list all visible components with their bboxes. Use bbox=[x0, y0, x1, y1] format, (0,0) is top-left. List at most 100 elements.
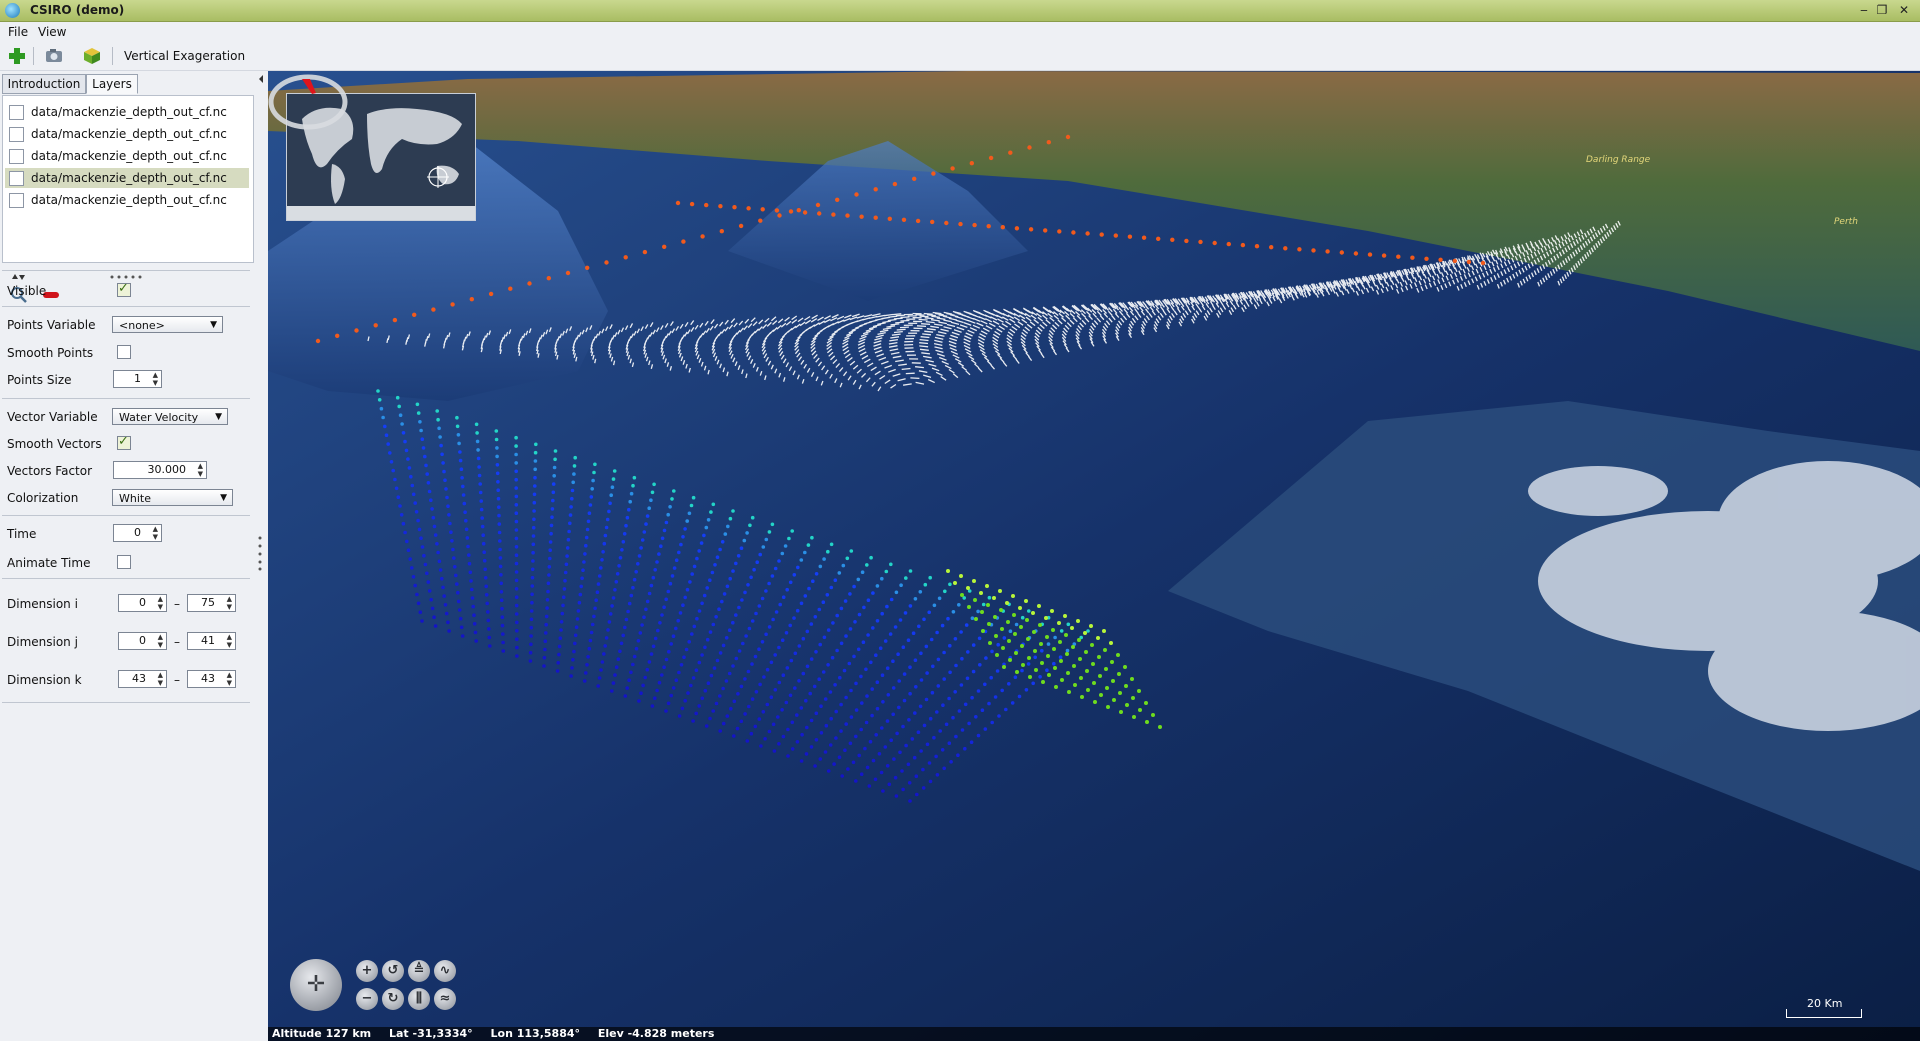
layer-item[interactable]: data/mackenzie_depth_out_cf.nc bbox=[5, 124, 249, 144]
spinner-arrows-icon[interactable]: ▲ ▼ bbox=[227, 633, 232, 649]
visible-checkbox[interactable] bbox=[117, 281, 131, 297]
data-point bbox=[629, 491, 634, 496]
compass-icon[interactable] bbox=[268, 71, 348, 133]
column-cap bbox=[986, 224, 991, 229]
spinner-arrows-icon[interactable]: ▲ ▼ bbox=[158, 633, 163, 649]
data-point bbox=[1045, 635, 1049, 639]
data-point bbox=[388, 451, 392, 455]
dimension-i-min-spinner[interactable]: 0 ▲ ▼ bbox=[118, 594, 167, 612]
layer-grid-icon[interactable] bbox=[9, 105, 24, 120]
spinner-arrows-icon[interactable]: ▲ ▼ bbox=[227, 671, 232, 687]
data-point bbox=[758, 682, 762, 687]
layer-grid-icon[interactable] bbox=[9, 149, 24, 164]
zoom-in-button[interactable]: + bbox=[356, 960, 378, 982]
data-point bbox=[532, 509, 536, 513]
time-spinner[interactable]: 0 ▲ ▼ bbox=[113, 524, 162, 542]
data-point bbox=[1034, 668, 1038, 672]
cube-icon[interactable] bbox=[82, 46, 102, 66]
data-point bbox=[550, 507, 555, 511]
data-point bbox=[668, 505, 672, 509]
rotate-right-button[interactable]: ↻ bbox=[382, 988, 404, 1010]
data-point bbox=[621, 633, 625, 638]
splitter-handle[interactable] bbox=[258, 535, 262, 571]
drag-handle-icon[interactable] bbox=[110, 275, 144, 279]
data-point bbox=[579, 584, 583, 589]
spinner-arrows-icon[interactable]: ▲ ▼ bbox=[158, 671, 163, 687]
data-point bbox=[1125, 703, 1129, 707]
data-point bbox=[440, 452, 444, 457]
data-point bbox=[898, 618, 903, 622]
points-variable-select[interactable]: <none> ▼ bbox=[112, 316, 223, 333]
data-point bbox=[632, 654, 637, 659]
layer-item[interactable]: data/mackenzie_depth_out_cf.nc bbox=[5, 102, 249, 122]
spinner-arrows-icon[interactable]: ▲ ▼ bbox=[153, 371, 158, 387]
screenshot-icon[interactable] bbox=[44, 46, 64, 66]
colorization-select[interactable]: White ▼ bbox=[112, 489, 233, 506]
restore-button[interactable]: ❐ bbox=[1874, 2, 1890, 18]
data-point bbox=[609, 493, 613, 498]
dimension-j-min-spinner[interactable]: 0 ▲ ▼ bbox=[118, 632, 167, 650]
data-point bbox=[395, 395, 400, 400]
data-point bbox=[458, 458, 463, 463]
data-point bbox=[871, 758, 876, 763]
pan-control[interactable]: ✛ bbox=[290, 959, 342, 1011]
data-point bbox=[846, 767, 850, 771]
layer-item[interactable]: data/mackenzie_depth_out_cf.nc bbox=[5, 146, 249, 166]
data-point bbox=[828, 690, 833, 694]
zoom-out-button[interactable]: − bbox=[356, 988, 378, 1010]
add-layer-icon[interactable] bbox=[7, 46, 27, 66]
layer-item[interactable]: data/mackenzie_depth_out_cf.nc bbox=[5, 190, 249, 210]
velocity-vector bbox=[918, 318, 928, 321]
dimension-k-min-spinner[interactable]: 43 ▲ ▼ bbox=[118, 670, 167, 688]
layer-grid-icon[interactable] bbox=[9, 127, 24, 142]
smooth-points-checkbox[interactable] bbox=[117, 345, 131, 359]
data-point bbox=[885, 764, 890, 768]
layer-grid-icon[interactable] bbox=[9, 171, 24, 186]
data-point bbox=[774, 610, 779, 614]
menu-view[interactable]: View bbox=[38, 25, 66, 39]
move-arrows-icon[interactable] bbox=[10, 273, 26, 281]
tab-layers[interactable]: Layers bbox=[86, 74, 138, 94]
globe-view[interactable]: Darling Range Perth ✛ + − ↺ ↻ ≜ ⫼ ∿ ≈ 20… bbox=[268, 71, 1920, 1041]
dimension-i-max-spinner[interactable]: 75 ▲ ▼ bbox=[187, 594, 236, 612]
points-size-spinner[interactable]: 1 ▲ ▼ bbox=[113, 370, 162, 388]
layer-item-selected[interactable]: data/mackenzie_depth_out_cf.nc bbox=[5, 168, 249, 188]
menu-file[interactable]: File bbox=[8, 25, 28, 39]
layer-grid-icon[interactable] bbox=[9, 193, 24, 208]
velocity-vector bbox=[919, 338, 929, 342]
vector-variable-select[interactable]: Water Velocity ▼ bbox=[112, 408, 228, 425]
spinner-arrows-icon[interactable]: ▲ ▼ bbox=[153, 525, 158, 541]
rotate-left-button[interactable]: ↺ bbox=[382, 960, 404, 982]
data-point bbox=[924, 644, 929, 649]
close-button[interactable]: ✕ bbox=[1896, 2, 1912, 18]
spinner-arrows-icon[interactable]: ▲ ▼ bbox=[198, 462, 203, 478]
data-point bbox=[704, 525, 709, 530]
tab-introduction[interactable]: Introduction bbox=[2, 74, 86, 94]
data-point bbox=[856, 577, 861, 582]
tilt-down-button[interactable]: ⫼ bbox=[408, 988, 430, 1010]
data-point bbox=[429, 498, 433, 503]
data-point bbox=[613, 588, 617, 592]
vectors-factor-spinner[interactable]: 30.000 ▲ ▼ bbox=[113, 461, 207, 479]
vertical-exaggeration-label[interactable]: Vertical Exageration bbox=[124, 49, 245, 63]
data-point bbox=[571, 657, 575, 662]
data-point bbox=[544, 622, 548, 627]
exaggeration-up-button[interactable]: ∿ bbox=[434, 960, 456, 982]
data-point bbox=[755, 560, 759, 564]
animate-time-checkbox[interactable] bbox=[117, 555, 131, 569]
exaggeration-down-button[interactable]: ≈ bbox=[434, 988, 456, 1010]
smooth-vectors-checkbox[interactable] bbox=[117, 434, 131, 450]
spinner-arrows-icon[interactable]: ▲ ▼ bbox=[227, 595, 232, 611]
data-point bbox=[379, 406, 384, 411]
minimize-button[interactable]: ‒ bbox=[1856, 2, 1872, 18]
spinner-arrows-icon[interactable]: ▲ ▼ bbox=[158, 595, 163, 611]
data-point bbox=[497, 522, 502, 526]
dimension-j-max-spinner[interactable]: 41 ▲ ▼ bbox=[187, 632, 236, 650]
data-point bbox=[761, 545, 766, 549]
dimension-k-max-spinner[interactable]: 43 ▲ ▼ bbox=[187, 670, 236, 688]
data-point bbox=[724, 636, 729, 640]
column-cap bbox=[488, 291, 494, 297]
globe-canvas[interactable] bbox=[268, 71, 1920, 1041]
tilt-up-button[interactable]: ≜ bbox=[408, 960, 430, 982]
collapse-arrow-icon[interactable] bbox=[258, 74, 264, 84]
